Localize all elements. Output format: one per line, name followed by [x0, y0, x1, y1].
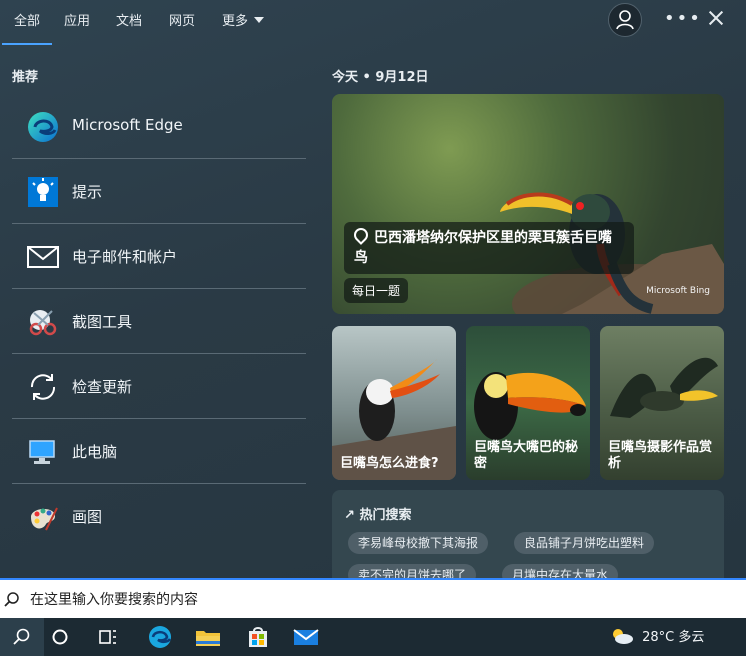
recommended-heading: 推荐 — [12, 70, 39, 85]
task-view-button[interactable] — [86, 618, 130, 656]
recommended-item-mail[interactable]: 电子邮件和帐户 — [12, 224, 306, 289]
recommended-item-this-pc[interactable]: 此电脑 — [12, 419, 306, 484]
weather-widget[interactable]: 28°C 多云 — [610, 626, 704, 645]
weather-cloud-sun-icon — [613, 629, 633, 644]
tips-icon — [28, 177, 58, 207]
recommended-list: Microsoft Edge 提示 电子邮件和帐户 截图工具 检查更新 此电脑 … — [12, 94, 306, 548]
search-bar — [0, 578, 746, 620]
bing-watermark: Microsoft Bing — [646, 287, 710, 296]
daily-quiz-chip[interactable]: 每日一题 — [344, 278, 409, 303]
feed-date: 今天 • 9月12日 — [332, 70, 429, 85]
search-input[interactable] — [28, 588, 732, 612]
recommended-item-check-updates[interactable]: 检查更新 — [12, 354, 306, 419]
recommended-item-tips[interactable]: 提示 — [12, 159, 306, 224]
story-card-1[interactable]: 巨嘴鸟怎么进食? — [332, 326, 456, 480]
recommended-item-label: 画图 — [72, 508, 103, 526]
mail-icon — [293, 629, 319, 645]
recommended-item-paint[interactable]: 画图 — [12, 484, 306, 548]
edge-taskbar-button[interactable] — [138, 618, 182, 656]
edge-icon — [28, 112, 58, 142]
trending-pill-1[interactable]: 李易峰母校撤下其海报 — [348, 532, 489, 554]
hero-card[interactable]: 巴西潘塔纳尔保护区里的栗耳簇舌巨嘴鸟 每日一题 Microsoft Bing — [332, 94, 724, 314]
trending-pill-2[interactable]: 良品铺子月饼吃出塑料 — [514, 532, 655, 554]
tab-documents[interactable]: 文档 — [116, 10, 142, 29]
weather-text: 28°C 多云 — [642, 630, 705, 645]
snipping-tool-icon — [29, 310, 57, 336]
recommended-item-label: 电子邮件和帐户 — [72, 248, 178, 266]
store-icon — [249, 627, 267, 647]
store-button[interactable] — [236, 618, 280, 656]
paint-icon — [31, 507, 58, 531]
story-caption: 巨嘴鸟摄影作品赏析 — [608, 440, 713, 471]
tab-more[interactable]: 更多 — [222, 10, 265, 29]
edge-icon — [149, 626, 172, 648]
hero-title: 巴西潘塔纳尔保护区里的栗耳簇舌巨嘴鸟 — [344, 222, 634, 274]
tab-all[interactable]: 全部 — [1, 10, 53, 45]
cortana-icon — [52, 629, 68, 645]
mail-taskbar-button[interactable] — [284, 618, 328, 656]
more-options-icon[interactable]: ••• — [664, 8, 702, 29]
trending-title-text: 热门搜索 — [359, 508, 412, 523]
search-icon — [4, 592, 19, 607]
account-button[interactable] — [608, 3, 642, 37]
mail-icon — [27, 246, 59, 268]
pc-icon — [29, 440, 55, 464]
search-tabs: 全部 应用 文档 网页 更多 ••• — [0, 0, 746, 45]
person-icon — [616, 10, 634, 30]
story-caption: 巨嘴鸟怎么进食? — [340, 456, 439, 471]
update-icon — [30, 374, 56, 400]
trending-title: ↗ 热门搜索 — [344, 504, 411, 523]
search-icon — [13, 628, 30, 645]
bing-watermark-text: Microsoft Bing — [646, 286, 710, 296]
recommended-item-edge[interactable]: Microsoft Edge — [12, 94, 306, 159]
recommended-item-label: 检查更新 — [72, 378, 133, 396]
folder-icon — [196, 631, 220, 646]
tab-web[interactable]: 网页 — [169, 10, 195, 29]
story-caption: 巨嘴鸟大嘴巴的秘密 — [474, 440, 579, 471]
taskbar: 28°C 多云 — [0, 618, 746, 656]
recommended-item-label: Microsoft Edge — [72, 116, 183, 134]
story-card-3[interactable]: 巨嘴鸟摄影作品赏析 — [600, 326, 724, 480]
cortana-button[interactable] — [38, 618, 82, 656]
recommended-item-label: 提示 — [72, 183, 103, 201]
hero-title-text: 巴西潘塔纳尔保护区里的栗耳簇舌巨嘴鸟 — [354, 230, 612, 266]
story-card-2[interactable]: 巨嘴鸟大嘴巴的秘密 — [466, 326, 590, 480]
location-pin-icon — [351, 225, 371, 245]
trending-card: ↗ 热门搜索 李易峰母校撤下其海报 良品铺子月饼吃出塑料 卖不完的月饼去哪了 月… — [332, 490, 724, 590]
tab-apps[interactable]: 应用 — [64, 10, 90, 29]
recommended-item-label: 此电脑 — [72, 443, 118, 461]
task-view-icon — [99, 630, 116, 644]
trending-arrow-icon: ↗ — [344, 508, 355, 523]
recommended-item-label: 截图工具 — [72, 313, 133, 331]
close-icon[interactable] — [706, 6, 726, 30]
search-panel: 全部 应用 文档 网页 更多 ••• 推荐 Microsoft Edge 提示 … — [0, 0, 746, 590]
tab-more-label: 更多 — [222, 14, 249, 29]
recommended-item-snipping-tool[interactable]: 截图工具 — [12, 289, 306, 354]
chevron-down-icon — [254, 17, 265, 23]
file-explorer-button[interactable] — [186, 618, 230, 656]
